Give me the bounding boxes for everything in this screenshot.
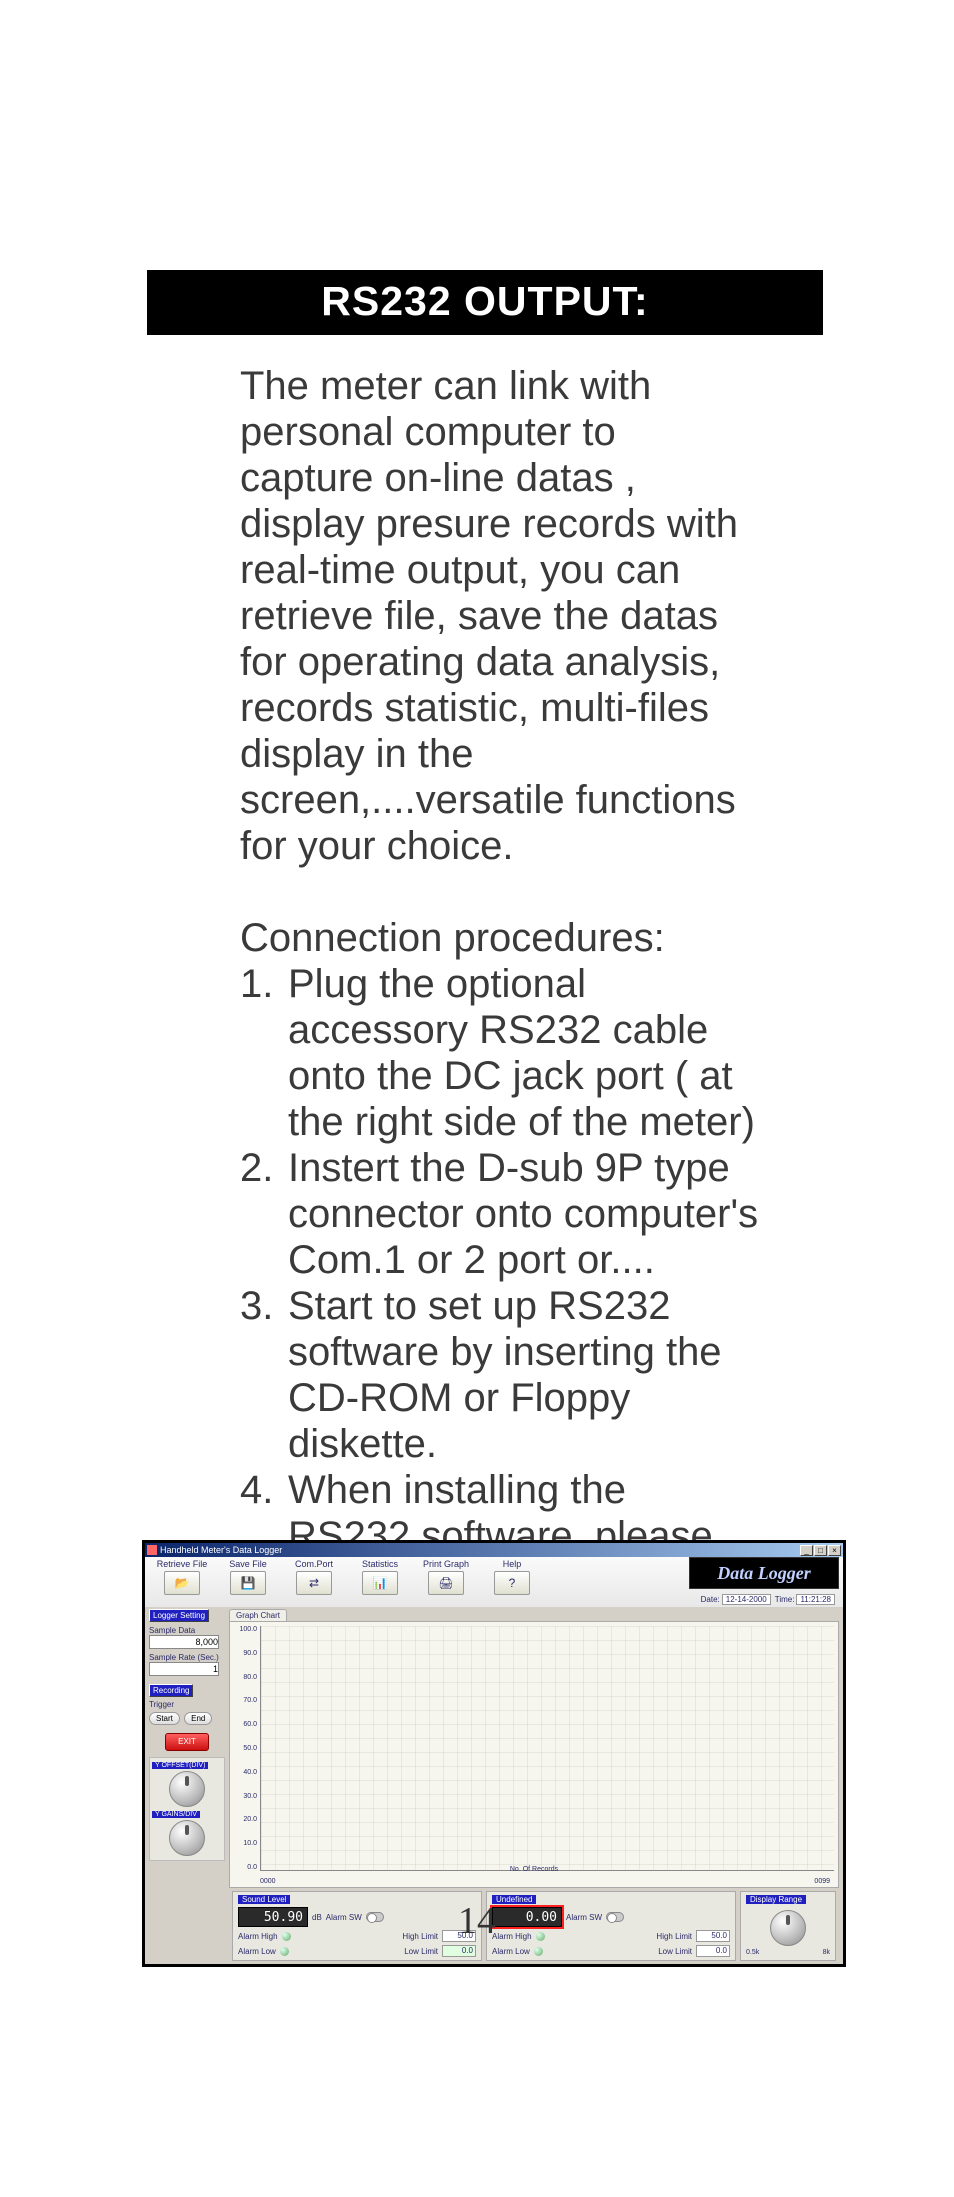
low-limit-input[interactable]: 0.0 <box>442 1945 476 1957</box>
printer-icon: 🖨 <box>438 1576 453 1590</box>
menu-save-file[interactable]: Save File 💾 <box>215 1559 281 1595</box>
led-icon <box>280 1947 289 1956</box>
exit-button[interactable]: EXIT <box>165 1733 209 1751</box>
y-tick: 30.0 <box>230 1793 257 1800</box>
app-logo: Data Logger <box>689 1557 839 1589</box>
recording-tag: Recording <box>149 1684 193 1697</box>
y-tick: 10.0 <box>230 1840 257 1847</box>
menu-label: Com.Port <box>295 1559 333 1569</box>
menu-retrieve-file[interactable]: Retrieve File 📂 <box>149 1559 215 1595</box>
menu-label: Save File <box>229 1559 267 1569</box>
y-gain-knob[interactable] <box>169 1820 205 1856</box>
folder-open-icon: 📂 <box>175 1576 190 1590</box>
led-icon <box>534 1947 543 1956</box>
y-gain-label: Y GAINS/DIV <box>152 1811 200 1818</box>
time-value: 11:21:28 <box>796 1594 835 1605</box>
menu-label: Help <box>503 1559 522 1569</box>
menu-print-graph[interactable]: Print Graph 🖨 <box>413 1559 479 1595</box>
procedures-title: Connection procedures: <box>240 915 759 961</box>
menu-label: Statistics <box>362 1559 398 1569</box>
section-title: RS232 OUTPUT: <box>147 270 823 335</box>
y-offset-knob[interactable] <box>169 1771 205 1807</box>
x-axis-label: No. Of Records <box>230 1866 838 1873</box>
date-value: 12-14-2000 <box>722 1594 771 1605</box>
low-limit-input[interactable]: 0.0 <box>696 1945 730 1957</box>
menu-label: Retrieve File <box>157 1559 208 1569</box>
sample-data-label: Sample Data <box>149 1626 225 1635</box>
y-tick: 40.0 <box>230 1769 257 1776</box>
low-limit-label: Low Limit <box>404 1947 438 1956</box>
range-tick: 8k <box>823 1949 830 1956</box>
sample-rate-input[interactable] <box>149 1662 219 1676</box>
sample-rate-label: Sample Rate (Sec.) <box>149 1653 225 1662</box>
chart-plot: 100.0 90.0 80.0 70.0 60.0 50.0 40.0 30.0… <box>229 1621 839 1888</box>
app-title-icon <box>147 1545 157 1555</box>
chart-icon: 📊 <box>373 1576 388 1590</box>
y-tick: 100.0 <box>230 1626 257 1633</box>
floppy-icon: 💾 <box>241 1576 256 1590</box>
y-tick: 20.0 <box>230 1816 257 1823</box>
close-button[interactable]: × <box>828 1545 841 1556</box>
menu-com-port[interactable]: Com.Port ⇄ <box>281 1559 347 1595</box>
y-tick: 50.0 <box>230 1745 257 1752</box>
sample-data-input[interactable] <box>149 1635 219 1649</box>
minimize-button[interactable]: _ <box>800 1545 813 1556</box>
menu-label: Print Graph <box>423 1559 469 1569</box>
y-tick: 70.0 <box>230 1697 257 1704</box>
menu-statistics[interactable]: Statistics 📊 <box>347 1559 413 1595</box>
step-2: 2.Instert the D-sub 9P type connector on… <box>240 1145 759 1283</box>
y-tick: 90.0 <box>230 1650 257 1657</box>
alarm-low-label: Alarm Low <box>238 1947 276 1956</box>
low-limit-label: Low Limit <box>658 1947 692 1956</box>
maximize-button[interactable]: □ <box>814 1545 827 1556</box>
alarm-low-label: Alarm Low <box>492 1947 530 1956</box>
y-tick: 60.0 <box>230 1721 257 1728</box>
y-offset-label: Y OFFSET(DIV) <box>152 1762 208 1769</box>
page-number: 14 <box>0 1899 954 1943</box>
x-tick: 0000 <box>260 1878 276 1885</box>
end-button[interactable]: End <box>184 1712 212 1725</box>
help-icon: ? <box>509 1576 516 1590</box>
range-tick: 0.5k <box>746 1949 759 1956</box>
intro-paragraph: The meter can link with personal compute… <box>240 363 759 869</box>
start-button[interactable]: Start <box>149 1712 180 1725</box>
y-tick: 80.0 <box>230 1674 257 1681</box>
graph-chart-tab[interactable]: Graph Chart <box>229 1609 287 1621</box>
step-1: 1.Plug the optional accessory RS232 cabl… <box>240 961 759 1145</box>
app-title: Handheld Meter's Data Logger <box>160 1545 282 1555</box>
x-tick: 0099 <box>814 1878 830 1885</box>
step-3: 3.Start to set up RS232 software by inse… <box>240 1283 759 1467</box>
logger-setting-tag: Logger Setting <box>149 1609 209 1622</box>
datetime: Date:12-14-2000 Time:11:21:28 <box>701 1594 837 1605</box>
menu-help[interactable]: Help ? <box>479 1559 545 1595</box>
port-icon: ⇄ <box>309 1576 319 1590</box>
trigger-label: Trigger <box>149 1700 225 1709</box>
